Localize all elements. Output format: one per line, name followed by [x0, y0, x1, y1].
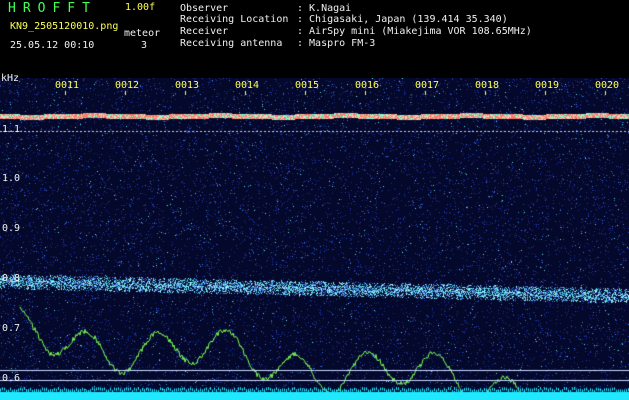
x-tick-label: 0012 — [115, 80, 140, 91]
y-tick-label: 1.0 — [2, 173, 21, 184]
y-unit-label: kHz — [1, 73, 20, 84]
receiver-value: : AirSpy mini (Miakejima VOR 108.65MHz) — [297, 26, 532, 37]
app-title: HROFFT — [8, 1, 97, 16]
observer-key: Observer — [180, 3, 229, 14]
x-tick-label: 0011 — [55, 80, 80, 91]
y-tick-label: 1.1 — [2, 124, 21, 135]
x-tick-label: 0013 — [175, 80, 200, 91]
version-label: 1.00f — [125, 2, 156, 13]
observer-value: : K.Nagai — [297, 3, 352, 14]
header-panel: HROFFT 1.00f KN9_2505120010.png meteor 2… — [0, 0, 629, 78]
spectrogram-canvas — [0, 78, 629, 400]
meteor-count: 3 — [141, 40, 148, 51]
y-tick-label: 0.6 — [2, 373, 21, 384]
meteor-label: meteor — [124, 28, 161, 39]
datetime-label: 25.05.12 00:10 — [10, 40, 95, 51]
x-tick-label: 0018 — [475, 80, 500, 91]
receiver-key: Receiver — [180, 26, 229, 37]
antenna-key: Receiving antenna — [180, 38, 283, 49]
y-tick-label: 0.9 — [2, 223, 21, 234]
filename-label: KN9_2505120010.png — [10, 21, 119, 32]
x-tick-label: 0017 — [415, 80, 440, 91]
location-value: : Chigasaki, Japan (139.414 35.340) — [297, 14, 508, 25]
x-tick-label: 0015 — [295, 80, 320, 91]
y-tick-label: 0.8 — [2, 273, 21, 284]
x-tick-label: 0014 — [235, 80, 260, 91]
antenna-value: : Maspro FM-3 — [297, 38, 376, 49]
x-tick-label: 0016 — [355, 80, 380, 91]
location-key: Receiving Location — [180, 14, 289, 25]
y-tick-label: 0.7 — [2, 323, 21, 334]
x-tick-label: 0019 — [535, 80, 560, 91]
x-tick-label: 0020 — [595, 80, 620, 91]
